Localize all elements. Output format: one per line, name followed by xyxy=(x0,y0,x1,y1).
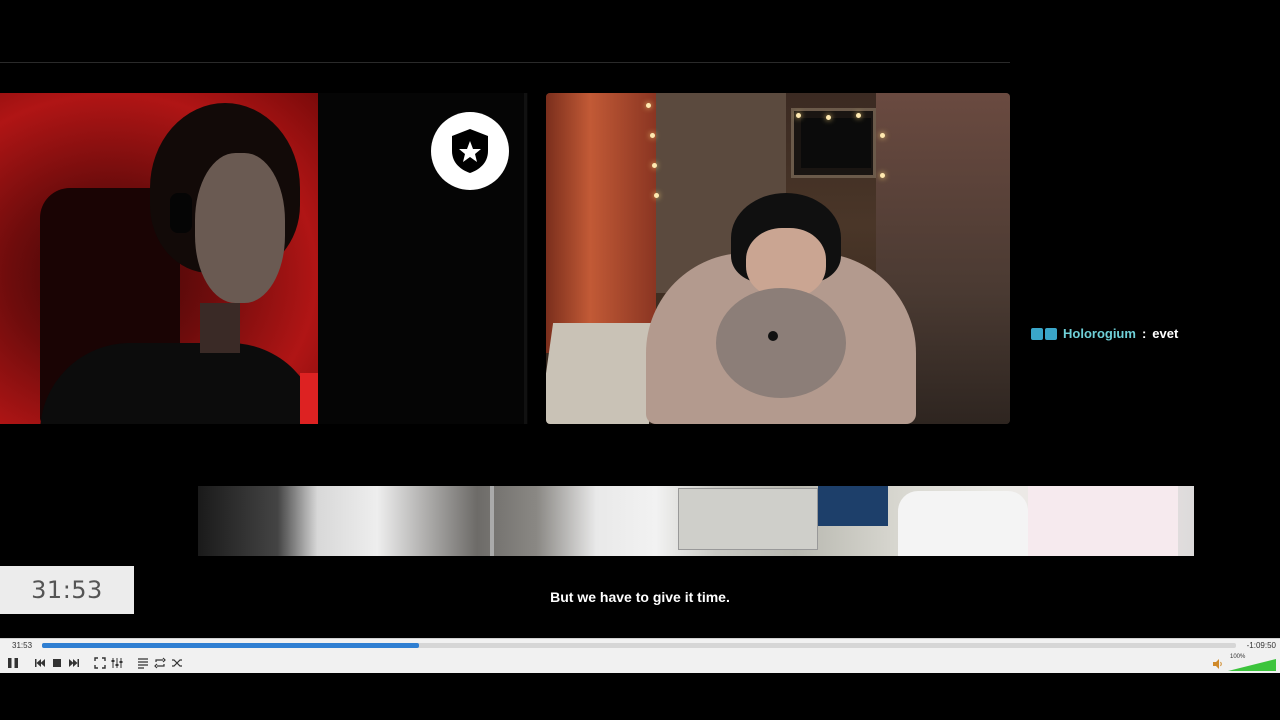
streamer-face xyxy=(195,153,285,303)
remaining-time[interactable]: -1:09:50 xyxy=(1247,641,1276,650)
medical-monitor xyxy=(818,486,888,526)
room-screen xyxy=(801,118,871,168)
streamer-neck xyxy=(200,303,240,353)
fairy-light xyxy=(650,133,655,138)
panel-divider xyxy=(524,93,527,424)
shield-star-badge xyxy=(431,112,509,190)
plush-toy xyxy=(716,288,846,398)
fairy-light xyxy=(646,103,651,108)
headset xyxy=(170,193,192,233)
speaker-icon[interactable] xyxy=(1212,658,1224,670)
video-frame[interactable]: Holorogium : evet 31:53 But we have to g… xyxy=(0,0,1280,638)
plush-eye xyxy=(768,331,778,341)
extended-settings-button[interactable] xyxy=(110,656,124,670)
shuffle-icon xyxy=(172,659,182,667)
movie-strip xyxy=(198,486,1194,556)
player-controls: 31:53 -1:09:50 100% xyxy=(0,638,1280,673)
fairy-light xyxy=(652,163,657,168)
fairy-light xyxy=(880,133,885,138)
subtitle: But we have to give it time. xyxy=(550,589,730,605)
right-webcam-feed xyxy=(546,93,1010,424)
chat-line: Holorogium : evet xyxy=(1031,326,1178,341)
desktop-background xyxy=(0,673,1280,720)
medical-device xyxy=(678,488,818,550)
previous-button[interactable] xyxy=(33,656,47,670)
loop-button[interactable] xyxy=(153,656,167,670)
fullscreen-button[interactable] xyxy=(93,656,107,670)
iv-pole xyxy=(490,486,494,556)
chat-badge-icon xyxy=(1031,327,1057,340)
left-webcam-feed xyxy=(0,93,318,424)
curtain xyxy=(546,93,656,353)
next-icon xyxy=(69,659,79,667)
seek-bar[interactable] xyxy=(42,643,1236,648)
pause-icon xyxy=(8,658,18,668)
blanket xyxy=(898,491,1028,556)
fullscreen-icon xyxy=(94,657,106,669)
playlist-icon xyxy=(138,658,148,669)
next-button[interactable] xyxy=(67,656,81,670)
elapsed-time[interactable]: 31:53 xyxy=(12,641,32,650)
fairy-light xyxy=(856,113,861,118)
seek-progress xyxy=(42,643,420,648)
extended-settings-icon xyxy=(111,658,123,668)
pajama xyxy=(1028,486,1178,556)
previous-icon xyxy=(35,659,45,667)
fairy-light xyxy=(796,113,801,118)
shield-star-icon xyxy=(452,129,488,173)
fairy-light xyxy=(880,173,885,178)
fairy-light xyxy=(826,115,831,120)
stop-button[interactable] xyxy=(50,656,64,670)
volume-slider[interactable] xyxy=(1228,659,1276,671)
divider xyxy=(0,62,1010,63)
chat-separator: : xyxy=(1141,326,1147,341)
pause-button[interactable] xyxy=(6,656,20,670)
stop-icon xyxy=(53,659,61,667)
chat-username: Holorogium xyxy=(1063,326,1136,341)
fairy-light xyxy=(654,193,659,198)
red-light xyxy=(300,373,318,424)
chat-message: evet xyxy=(1152,326,1179,341)
loop-icon xyxy=(154,657,166,669)
shuffle-button[interactable] xyxy=(170,656,184,670)
playlist-button[interactable] xyxy=(136,656,150,670)
